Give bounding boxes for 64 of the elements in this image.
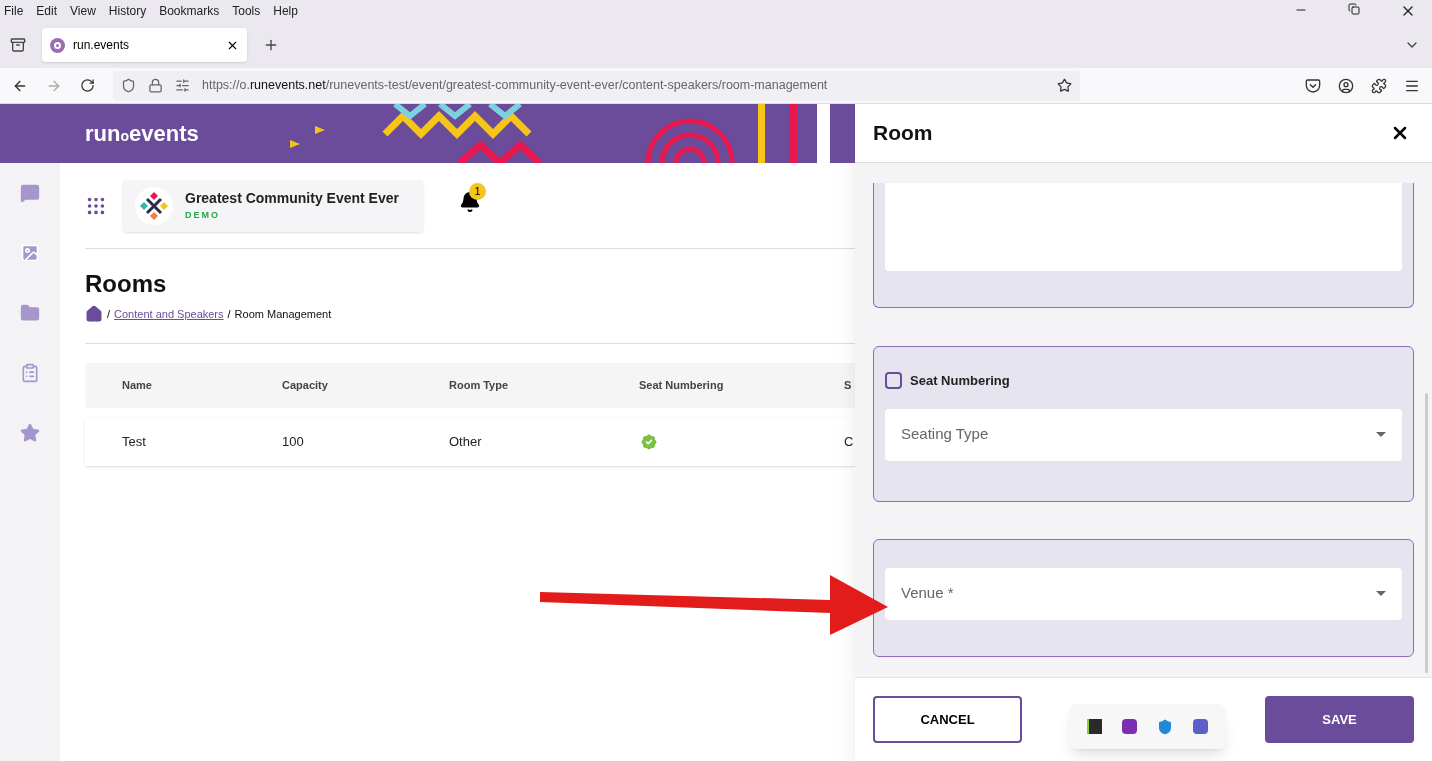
dropdown-placeholder: Venue * [901, 583, 954, 604]
column-header: S [844, 378, 853, 394]
new-tab-icon[interactable] [263, 37, 279, 53]
terminal-icon[interactable] [1087, 719, 1102, 734]
lock-icon [148, 78, 163, 93]
menu-item[interactable]: Tools [232, 2, 261, 20]
menu-item[interactable]: View [70, 2, 96, 20]
site-favicon-icon [50, 37, 65, 53]
pocket-icon[interactable] [1305, 77, 1321, 94]
dropdown-field[interactable]: Seating Type [885, 408, 1402, 461]
menu-item[interactable]: History [108, 2, 147, 20]
url-text: https://o.runevents.net/runevents-test/event/greatest-community-event-ever/content-speakers/room-management [202, 77, 828, 95]
scrollbar-thumb[interactable] [1425, 393, 1428, 673]
event-logo-icon [135, 186, 173, 225]
permissions-icon [175, 78, 190, 93]
drawer-title: Room [873, 120, 933, 147]
menu-item[interactable]: Help [273, 2, 298, 20]
breadcrumb-link[interactable]: Content and Speakers [114, 305, 224, 323]
clipboard-icon[interactable] [20, 363, 40, 383]
column-header: Name [122, 378, 153, 394]
browser-tab[interactable]: run.events [42, 28, 247, 62]
menu-item[interactable]: File [4, 2, 24, 20]
event-name: Greatest Community Event Ever [185, 189, 399, 209]
breadcrumb-current: Room Management [234, 306, 332, 322]
page-title: Rooms [85, 269, 168, 299]
reload-icon[interactable] [80, 78, 95, 93]
menu-item[interactable]: Edit [36, 2, 58, 20]
tab-title: run.events [73, 37, 130, 54]
menu-item[interactable]: Bookmarks [159, 2, 220, 20]
shield-icon [121, 78, 136, 93]
column-header: Seat Numbering [639, 378, 725, 394]
column-header: Capacity [282, 378, 329, 394]
shield-warning-icon[interactable] [1157, 718, 1173, 735]
extensions-icon[interactable] [1371, 77, 1387, 94]
bookmark-star-icon[interactable] [1057, 78, 1072, 93]
column-header: Room Type [449, 378, 510, 394]
chat-app-icon[interactable] [1193, 719, 1208, 734]
breadcrumb-separator: / [107, 306, 111, 322]
star-icon[interactable] [20, 423, 40, 443]
site-logo[interactable]: runoevents [85, 117, 199, 150]
tab-list-icon[interactable] [10, 37, 26, 53]
seat-numbering-checkbox[interactable]: Seat Numbering [885, 371, 1402, 391]
address-bar[interactable]: https://o.runevents.net/runevents-test/event/greatest-community-event-ever/content-speakers/room-management [113, 70, 1080, 101]
table-row[interactable]: Test 100 Other C [85, 418, 855, 466]
cancel-button[interactable]: CANCEL [873, 696, 1022, 743]
event-card[interactable]: Greatest Community Event Ever DEMO [123, 179, 423, 232]
dropdown-caret-icon [1376, 432, 1386, 437]
table-cell-text: 100 [282, 433, 305, 452]
notification-count: 1 [469, 182, 486, 200]
dropdown-field[interactable]: Venue * [885, 567, 1402, 620]
dropdown-caret-icon [1376, 591, 1386, 596]
restore-icon[interactable] [1348, 3, 1360, 15]
home-icon[interactable] [85, 305, 103, 323]
dropdown-placeholder: Seating Type [901, 424, 989, 445]
table-cell-text: C [844, 433, 855, 452]
save-button[interactable]: SAVE [1265, 696, 1414, 743]
breadcrumb-separator: / [227, 306, 231, 322]
table-cell-text: Test [122, 433, 147, 452]
notebook-icon[interactable] [1122, 719, 1137, 734]
account-icon[interactable] [1338, 77, 1354, 94]
table-cell-text: Other [449, 433, 483, 452]
demo-label: DEMO [185, 209, 221, 223]
checkbox-square[interactable] [885, 372, 902, 390]
image-icon[interactable] [20, 243, 40, 263]
